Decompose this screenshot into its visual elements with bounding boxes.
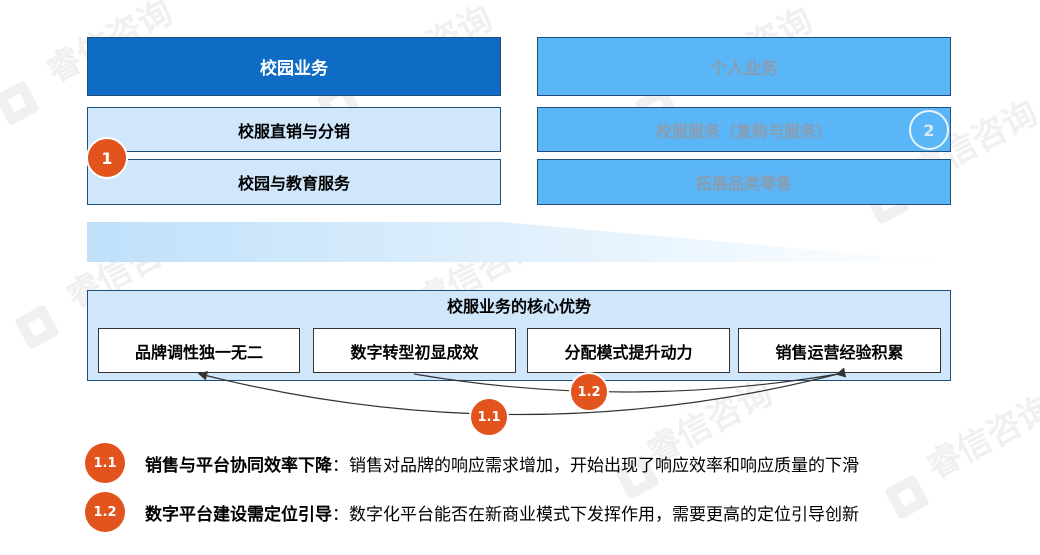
- note-title: 数字平台建设需定位引导: [145, 504, 332, 525]
- arc-outer: [197, 367, 847, 416]
- arc-inner: [413, 368, 846, 393]
- note-badge: 1.1: [85, 443, 125, 483]
- arc-badge-1-2: 1.2: [569, 372, 609, 412]
- note-item: 1.1 销售与平台协同效率下降 ：销售对品牌的响应需求增加，开始出现了响应效率和…: [85, 443, 859, 483]
- arc-badge-1-1: 1.1: [469, 397, 509, 437]
- note-item: 1.2 数字平台建设需定位引导 ：数字化平台能否在新商业模式下发挥作用，需要更高…: [85, 492, 859, 532]
- note-text: ：数字化平台能否在新商业模式下发挥作用，需要更高的定位引导创新: [332, 504, 859, 525]
- note-title: 销售与平台协同效率下降: [145, 455, 332, 476]
- note-badge: 1.2: [85, 492, 125, 532]
- note-text: ：销售对品牌的响应需求增加，开始出现了响应效率和响应质量的下滑: [332, 455, 859, 476]
